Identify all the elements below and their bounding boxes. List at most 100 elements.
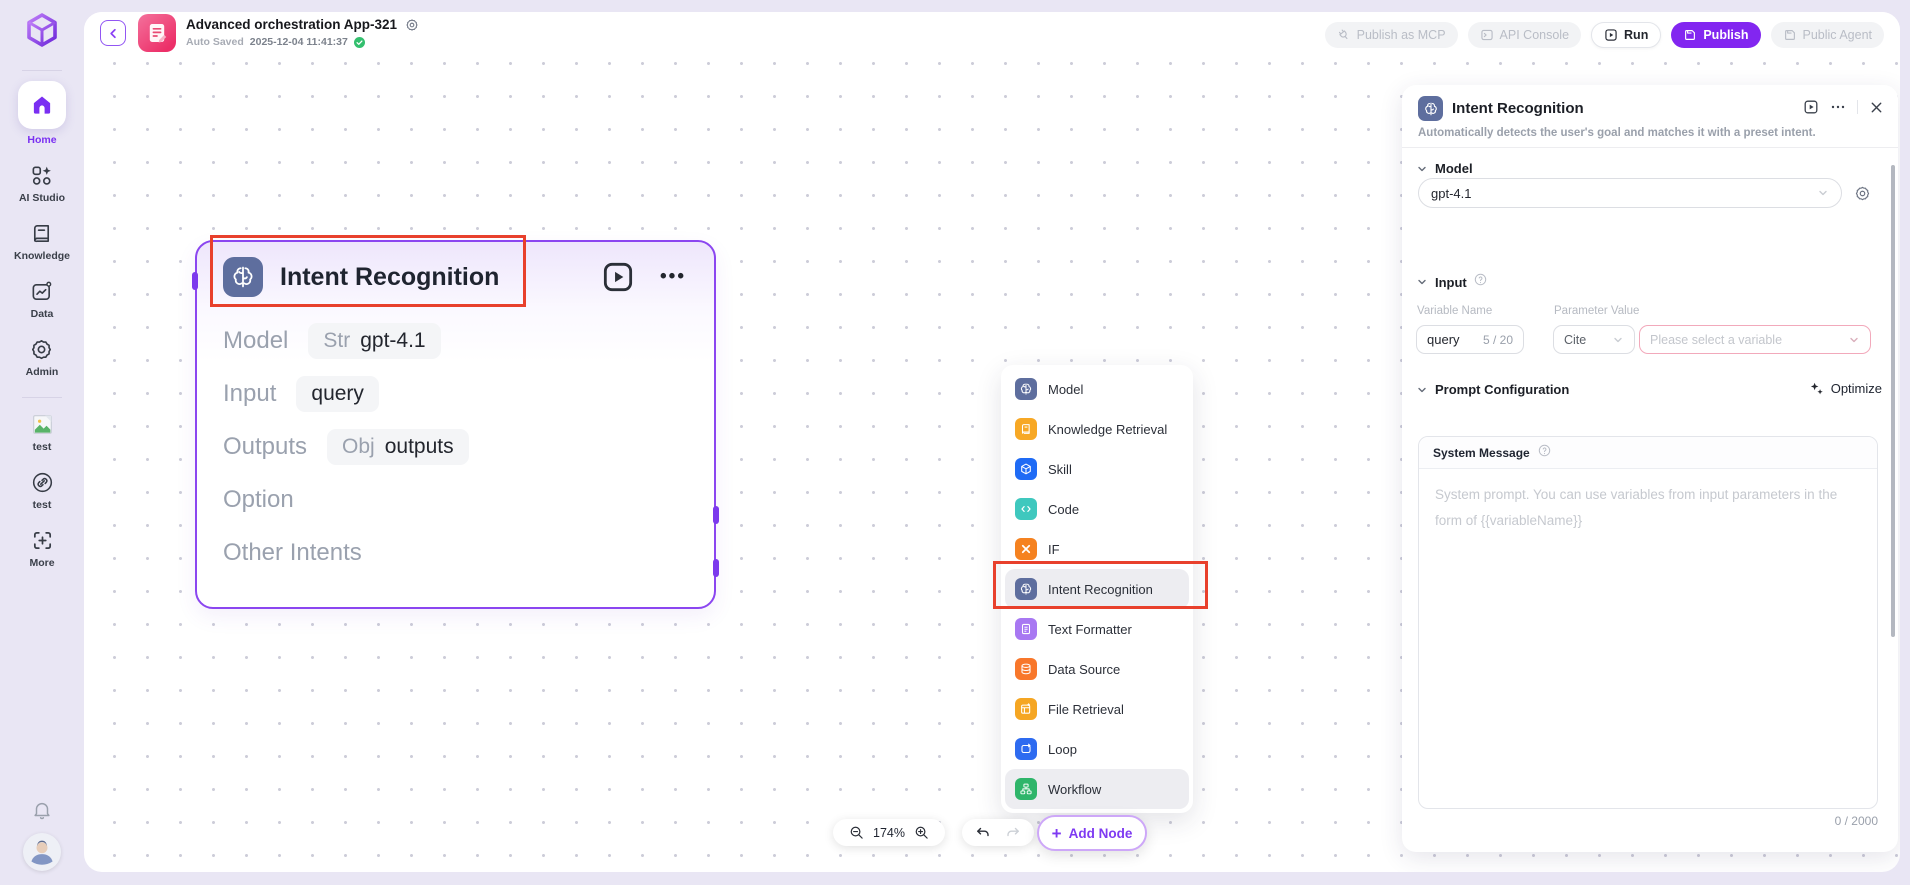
brain-icon	[1015, 378, 1037, 400]
admin-icon	[30, 337, 54, 361]
run-button[interactable]: Run	[1591, 22, 1661, 48]
node-config-panel: Intent Recognition Automatically detects…	[1402, 85, 1898, 852]
add-node-label: Add Node	[1069, 826, 1133, 841]
api-console-label: API Console	[1500, 28, 1569, 42]
topbar: Advanced orchestration App-321 Auto Save…	[84, 12, 1900, 58]
model-settings-gear-icon[interactable]	[1854, 185, 1871, 202]
node-body: ModelStrgpt-4.1InputqueryOutputsObjoutpu…	[197, 297, 714, 575]
intent-recognition-node[interactable]: Intent Recognition ••• ModelStrgpt-4.1In…	[195, 240, 716, 609]
home-icon	[18, 81, 66, 129]
chip-value: gpt-4.1	[360, 329, 425, 353]
menu-item-intent-recognition[interactable]: Intent Recognition	[1005, 569, 1189, 609]
sidebar-item-ai-studio[interactable]: AI Studio	[14, 163, 70, 204]
plug-icon	[1337, 28, 1351, 42]
data-icon	[30, 279, 54, 303]
menu-item-label: Model	[1048, 382, 1083, 397]
app-settings-gear-icon[interactable]	[405, 18, 419, 32]
brain-icon	[1418, 96, 1443, 121]
menu-item-label: Skill	[1048, 462, 1072, 477]
menu-item-data-source[interactable]: Data Source	[1005, 649, 1189, 689]
sidebar-item-knowledge[interactable]: Knowledge	[14, 221, 70, 262]
menu-item-loop[interactable]: Loop	[1005, 729, 1189, 769]
plus-icon: +	[1052, 825, 1062, 842]
node-input-handle[interactable]	[192, 272, 198, 290]
add-node-button[interactable]: + Add Node	[1037, 815, 1147, 851]
api-console-button[interactable]: API Console	[1468, 22, 1581, 48]
model-select-value: gpt-4.1	[1431, 186, 1817, 201]
help-icon[interactable]	[1538, 444, 1551, 462]
node-row-label: Input	[223, 380, 276, 408]
system-message-char-counter: 0 / 2000	[1835, 814, 1878, 828]
undo-icon[interactable]	[975, 825, 991, 841]
file-icon	[1015, 698, 1037, 720]
menu-item-file-retrieval[interactable]: File Retrieval	[1005, 689, 1189, 729]
menu-item-workflow[interactable]: Workflow	[1005, 769, 1189, 809]
input-section-header[interactable]: Input	[1416, 273, 1487, 291]
public-agent-label: Public Agent	[1803, 28, 1873, 42]
if-icon	[1015, 538, 1037, 560]
menu-item-if[interactable]: IF	[1005, 529, 1189, 569]
add-node-menu: Model Knowledge Retrieval Skill CodeIF Inten…	[1001, 365, 1193, 813]
prompt-config-section-header[interactable]: Prompt Configuration	[1416, 382, 1569, 397]
publish-as-mcp-button[interactable]: Publish as MCP	[1325, 22, 1458, 48]
sidebar-item-data[interactable]: Data	[14, 279, 70, 320]
run-label: Run	[1624, 28, 1648, 42]
node-run-icon[interactable]	[600, 259, 636, 295]
terminal-icon	[1480, 28, 1494, 42]
system-message-header: System Message	[1419, 437, 1877, 469]
model-select[interactable]: gpt-4.1	[1418, 178, 1842, 208]
panel-header: Intent Recognition	[1418, 96, 1584, 121]
sidebar-item-admin[interactable]: Admin	[14, 337, 70, 378]
zoom-out-icon[interactable]	[849, 825, 864, 840]
divider	[1402, 147, 1898, 148]
sidebar-item-test[interactable]: test	[29, 470, 54, 511]
panel-run-icon[interactable]	[1803, 99, 1819, 115]
variable-name-char-count: 5 / 20	[1483, 333, 1513, 347]
public-agent-button[interactable]: Public Agent	[1771, 22, 1885, 48]
publish-button[interactable]: Publish	[1671, 22, 1760, 48]
prompt-config-label: Prompt Configuration	[1435, 382, 1569, 397]
node-output-handle-other-intents[interactable]	[713, 559, 719, 577]
sidebar-item-label: More	[29, 557, 54, 569]
sidebar-item-label: AI Studio	[19, 192, 65, 204]
node-row-option: Option	[223, 478, 684, 522]
autosave-timestamp: 2025-12-04 11:41:37	[250, 36, 348, 48]
close-icon[interactable]	[1869, 100, 1884, 115]
panel-scrollbar[interactable]	[1891, 165, 1895, 637]
title-block: Advanced orchestration App-321 Auto Save…	[186, 17, 419, 48]
menu-item-model[interactable]: Model	[1005, 369, 1189, 409]
notifications-bell-icon[interactable]	[0, 799, 84, 821]
sidebar-item-more[interactable]: More	[29, 528, 54, 569]
cite-select[interactable]: Cite	[1553, 325, 1635, 354]
menu-item-label: Loop	[1048, 742, 1077, 757]
node-output-handle-option[interactable]	[713, 506, 719, 524]
brand-logo-icon[interactable]	[22, 12, 62, 52]
node-row-chip: Objoutputs	[327, 429, 469, 465]
menu-item-skill[interactable]: Skill	[1005, 449, 1189, 489]
menu-item-text-formatter[interactable]: Text Formatter	[1005, 609, 1189, 649]
panel-more-icon[interactable]	[1830, 99, 1846, 115]
system-message-textarea[interactable]: System prompt. You can use variables fro…	[1419, 469, 1877, 547]
menu-item-label: Intent Recognition	[1048, 582, 1153, 597]
zoom-in-icon[interactable]	[914, 825, 929, 840]
menu-item-code[interactable]: Code	[1005, 489, 1189, 529]
redo-icon[interactable]	[1005, 825, 1021, 841]
app-root: Home AI Studio Knowledge Data Admin test test…	[0, 0, 1910, 885]
model-section-header[interactable]: Model	[1416, 161, 1473, 176]
sidebar-item-test[interactable]: test	[29, 412, 54, 453]
sidebar-item-label: Knowledge	[14, 250, 70, 262]
user-avatar[interactable]	[0, 833, 84, 871]
help-icon[interactable]	[1474, 273, 1487, 291]
cube-icon	[1015, 458, 1037, 480]
menu-item-knowledge-retrieval[interactable]: Knowledge Retrieval	[1005, 409, 1189, 449]
variable-select[interactable]: Please select a variable	[1639, 325, 1871, 354]
node-row-label: Other Intents	[223, 539, 362, 567]
sidebar-item-home[interactable]: Home	[14, 81, 70, 146]
node-more-icon[interactable]: •••	[660, 266, 686, 288]
variable-name-input[interactable]: query 5 / 20	[1416, 325, 1524, 354]
workspace-card: Advanced orchestration App-321 Auto Save…	[84, 12, 1900, 872]
chip-value: query	[311, 382, 364, 406]
link-icon	[30, 470, 54, 494]
back-button[interactable]	[100, 20, 126, 46]
optimize-button[interactable]: Optimize	[1809, 381, 1882, 396]
